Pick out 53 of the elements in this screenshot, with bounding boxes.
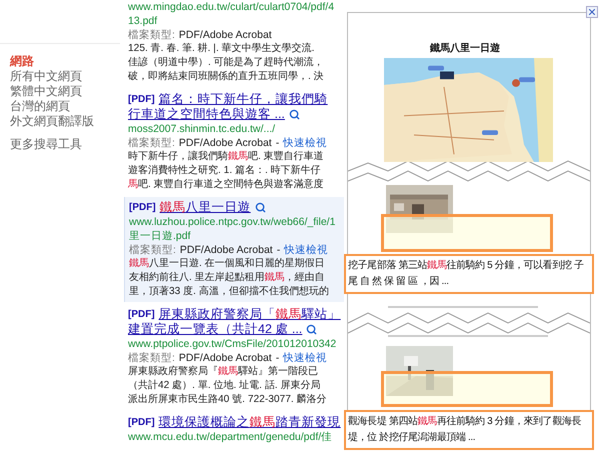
separator-dash: -	[276, 136, 280, 150]
result-snippet: 破，即將結束同班關係的直升五班同學，. 決	[128, 70, 325, 84]
file-type-value: PDF/Adobe Acrobat	[178, 351, 272, 365]
result-url: www.luzhou.police.ntpc.gov.tw/web66/_file/1	[129, 215, 336, 229]
quick-view-link[interactable]: 快速檢視	[283, 351, 328, 365]
quick-view-link[interactable]: 快速檢視	[284, 243, 328, 257]
result-snippet: 里，頂著33 度. 高溫，但卻擋不住我們想玩的	[129, 285, 330, 299]
result-title-link[interactable]: 鐵馬八里一日遊	[160, 200, 251, 215]
result-snippet: 遊客消費特性之研究. 1. 篇名：. 時下新牛仔	[128, 164, 322, 178]
file-type-tag: [PDF]	[128, 415, 155, 430]
sidebar-filter-item[interactable]: 外文網頁翻譯版	[10, 114, 120, 129]
file-type-tag: [PDF]	[128, 92, 155, 107]
preview-callout: 挖子尾部落 第三站鐵馬往前騎約 5 分鐘，可以看到挖 子尾 自 然 保 留 區 ，因 ...	[344, 254, 594, 294]
result-snippet: 友相約前往八. 里左岸起點租用鐵馬，經由自	[129, 271, 326, 285]
result-url: 13.pdf	[128, 14, 158, 28]
result-title-link[interactable]: 屏東縣政府警察局「鐵馬驛站」	[158, 307, 341, 322]
separator-dash: -	[276, 351, 280, 365]
search-icon[interactable]	[288, 109, 300, 120]
more-search-tools-link[interactable]: 更多搜尋工具	[10, 137, 120, 152]
result-url: moss2007.shinmin.tc.edu.tw/.../	[128, 122, 276, 136]
file-type-label: 檔案類型:	[128, 351, 175, 365]
separator-dash: -	[276, 243, 280, 257]
close-button[interactable]	[586, 6, 598, 18]
search-icon[interactable]	[306, 324, 318, 335]
quick-view-link[interactable]: 快速檢視	[283, 136, 328, 150]
file-type-tag: [PDF]	[129, 200, 156, 215]
result-url: www.mingdao.edu.tw/culart/culart0704/pdf/4	[128, 0, 336, 14]
preview-callout: 觀海長堤 第四站鐵馬再往前騎約 3 分鐘，來到了觀海長堤，位 於挖仔尾潟湖最頂端 ...	[344, 410, 594, 450]
file-type-label: 檔案類型:	[128, 28, 175, 42]
file-type-value: PDF/Adobe Acrobat	[178, 136, 272, 150]
close-icon	[587, 7, 597, 17]
result-snippet: 馬吧. 東豐自行車道之空間特色與遊客滿意度	[128, 178, 325, 192]
result-snippet: 時下新牛仔，讓我們騎鐵馬吧. 東豐自行車道	[128, 150, 325, 164]
sidebar-filter-item[interactable]: 繁體中文網頁	[10, 84, 120, 99]
result-snippet: 佳諺（明道中學）. 可能是為了趕時代潮流，	[128, 56, 325, 70]
result-snippet: 125. 青. 春. 筆. 耕. |. 華文中學生文學交流.	[128, 42, 316, 56]
result-url: www.mcu.edu.tw/department/genedu/pdf/佳	[128, 430, 334, 444]
result-url: www.ptpolice.gov.tw/CmsFile/201012010342	[128, 337, 338, 351]
result-url: 里一日遊.pdf	[129, 229, 192, 243]
result-snippet: （共計42 處）. 單. 位地. 址電. 話. 屏東分局	[128, 379, 322, 393]
file-type-value: PDF/Adobe Acrobat	[180, 243, 273, 257]
result-snippet: 派出所屏東市民生路40 號. 722-3077. 麟洛分	[128, 393, 328, 407]
result-snippet: 屏東縣政府警察局『鐵馬驛站』第一階段已	[128, 365, 319, 379]
file-type-value: PDF/Adobe Acrobat	[178, 28, 272, 42]
sidebar-filter-item[interactable]: 台灣的網頁	[10, 99, 120, 114]
sidebar-filter-item[interactable]: 網路	[10, 54, 120, 69]
sidebar-filter-item[interactable]: 所有中文網頁	[10, 69, 120, 84]
result-snippet: 鐵馬八里一日遊. 在一個風和日麗的星期假日	[129, 257, 326, 271]
file-type-label: 檔案類型:	[129, 243, 176, 257]
file-type-label: 檔案類型:	[128, 136, 175, 150]
document-title: 鐵馬八里一日遊	[430, 42, 500, 56]
search-icon[interactable]	[254, 202, 266, 213]
file-type-tag: [PDF]	[128, 307, 155, 322]
